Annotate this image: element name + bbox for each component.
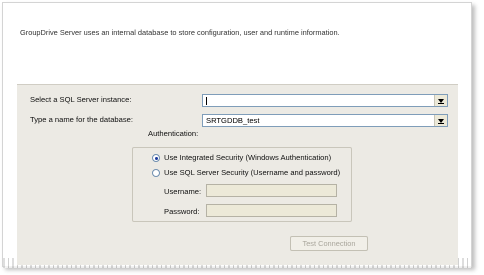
dropdown-arrow-icon[interactable]: [434, 115, 447, 126]
intro-text: GroupDrive Server uses an internal datab…: [20, 28, 340, 37]
authentication-legend: Authentication:: [146, 129, 201, 138]
text-caret: [206, 97, 207, 105]
username-field[interactable]: [206, 184, 337, 197]
password-label: Password:: [164, 207, 200, 216]
sql-instance-label: Select a SQL Server instance:: [30, 95, 132, 104]
dropdown-arrow-icon[interactable]: [434, 95, 447, 106]
sql-server-security-radio[interactable]: [152, 169, 160, 177]
integrated-security-label[interactable]: Use Integrated Security (Windows Authent…: [164, 153, 331, 162]
test-connection-button[interactable]: Test Connection: [290, 236, 368, 251]
database-name-label: Type a name for the database:: [30, 115, 134, 124]
database-name-combobox[interactable]: SRTGDDB_test: [202, 114, 448, 127]
username-label: Username:: [164, 187, 202, 196]
database-name-value: SRTGDDB_test: [206, 116, 260, 125]
sql-instance-combobox[interactable]: [202, 94, 448, 107]
sql-server-security-label[interactable]: Use SQL Server Security (Username and pa…: [164, 168, 340, 177]
integrated-security-radio[interactable]: [152, 154, 160, 162]
password-field[interactable]: [206, 204, 337, 217]
